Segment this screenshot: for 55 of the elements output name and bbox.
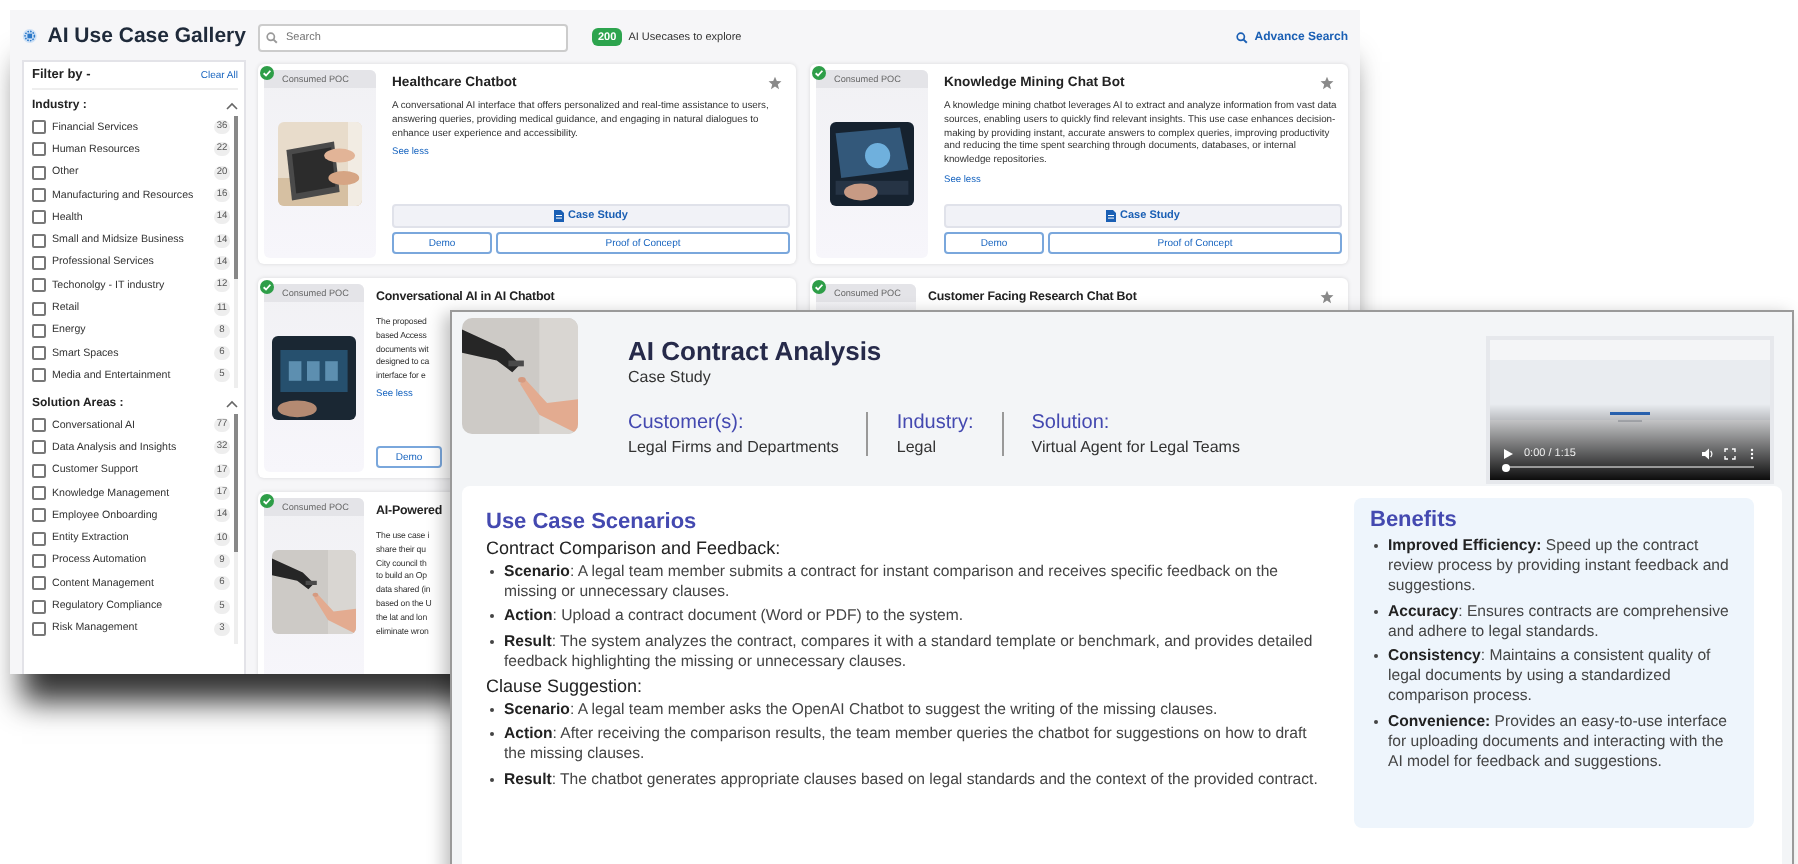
play-icon[interactable] — [1502, 448, 1514, 460]
checkbox[interactable] — [32, 120, 46, 135]
checkbox[interactable] — [32, 531, 46, 546]
checkbox[interactable] — [32, 278, 46, 293]
checkbox[interactable] — [32, 463, 46, 478]
meta-value: Legal Firms and Departments — [628, 438, 839, 456]
use-case-card[interactable] — [810, 64, 1348, 264]
checkbox[interactable] — [32, 301, 46, 316]
checkbox[interactable] — [32, 621, 46, 636]
check-icon — [260, 66, 274, 80]
checkbox[interactable] — [32, 368, 46, 383]
scenario-heading: Contract Comparison and Feedback: — [486, 538, 783, 558]
app-title: AI Use Case Gallery — [47, 23, 246, 47]
scenario-heading: Clause Suggestion: — [486, 676, 645, 697]
star-icon[interactable] — [1320, 76, 1334, 90]
checkbox[interactable] — [32, 165, 46, 180]
section-heading: Benefits — [1370, 508, 1459, 532]
checkbox[interactable] — [32, 210, 46, 225]
progress-thumb[interactable] — [1502, 463, 1510, 471]
checkbox[interactable] — [32, 233, 46, 248]
checkbox[interactable] — [32, 418, 46, 433]
detail-subtitle: Case Study — [628, 368, 713, 386]
checkbox[interactable] — [32, 346, 46, 361]
caret-icon[interactable] — [226, 400, 238, 408]
checkbox[interactable] — [32, 553, 46, 568]
caret-icon[interactable] — [226, 102, 238, 110]
search-icon — [266, 31, 278, 43]
more-icon[interactable] — [1746, 448, 1758, 460]
section-heading: Use Case Scenarios — [486, 510, 699, 534]
document-icon — [1106, 210, 1117, 222]
checkbox[interactable] — [32, 599, 46, 614]
meta-label: Industry: — [896, 412, 974, 434]
search-icon — [1236, 31, 1249, 43]
checkbox[interactable] — [32, 255, 46, 270]
checkbox[interactable] — [32, 323, 46, 338]
fullscreen-icon[interactable] — [1724, 448, 1736, 460]
checkbox[interactable] — [32, 188, 46, 203]
star-icon[interactable] — [768, 76, 782, 90]
scrollbar[interactable] — [234, 116, 238, 388]
meta-label: Solution: — [1031, 412, 1112, 434]
checkbox[interactable] — [32, 508, 46, 523]
scrollbar[interactable] — [234, 414, 238, 644]
document-icon — [554, 210, 565, 222]
check-icon — [812, 66, 826, 80]
checkbox[interactable] — [32, 486, 46, 501]
volume-icon[interactable] — [1702, 448, 1714, 460]
use-case-card[interactable] — [258, 64, 796, 264]
checkbox[interactable] — [32, 142, 46, 157]
checkbox[interactable] — [32, 576, 46, 591]
detail-title: AI Contract Analysis — [628, 336, 884, 366]
meta-value: Legal — [896, 438, 938, 456]
star-icon[interactable] — [1320, 290, 1334, 304]
checkbox[interactable] — [32, 440, 46, 455]
meta-value: Virtual Agent for Legal Teams — [1031, 438, 1240, 456]
meta-label: Customer(s): — [628, 412, 746, 434]
